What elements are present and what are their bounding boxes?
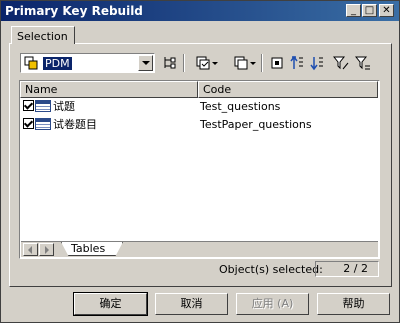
row-code: TestPaper_questions <box>200 118 312 131</box>
row-checkbox[interactable] <box>23 100 34 111</box>
cancel-button[interactable]: 取消 <box>155 293 228 315</box>
row-checkbox[interactable] <box>23 118 34 129</box>
deselect-all-icon[interactable] <box>233 55 249 71</box>
title-bar[interactable]: Primary Key Rebuild _ □ ✕ <box>1 1 399 21</box>
list-row[interactable]: 试题 Test_questions <box>20 98 378 115</box>
toolbar-separator <box>261 54 263 72</box>
scroll-right-button[interactable] <box>39 243 54 256</box>
column-header-name[interactable]: Name <box>20 81 198 98</box>
filter-edit-icon[interactable] <box>333 55 349 71</box>
sheet-tab-label: Tables <box>71 242 106 255</box>
apply-button[interactable]: 应用 (A) <box>236 293 309 315</box>
model-combo-value: PDM <box>43 57 72 70</box>
dropdown-arrow-icon[interactable] <box>211 55 219 71</box>
table-icon <box>35 118 51 130</box>
dropdown-arrow-icon[interactable] <box>249 55 257 71</box>
toolbar-separator <box>183 54 185 72</box>
move-down-icon[interactable] <box>309 55 325 71</box>
sheet-tabs-bar: Tables <box>21 241 378 257</box>
model-icon <box>24 56 38 70</box>
chevron-down-icon[interactable] <box>138 55 153 71</box>
scroll-left-button[interactable] <box>23 243 38 256</box>
list-row[interactable]: 试卷题目 TestPaper_questions <box>20 116 378 133</box>
table-icon <box>35 100 51 112</box>
object-list[interactable]: Name Code 试题 Test_questions 试卷题目 TestPap… <box>19 80 380 259</box>
filter-icon[interactable] <box>269 55 285 71</box>
tab-selection[interactable]: Selection <box>11 26 75 44</box>
ok-button[interactable]: 确定 <box>73 292 148 316</box>
help-button[interactable]: 帮助 <box>317 293 390 315</box>
close-button[interactable]: ✕ <box>379 4 394 17</box>
tab-selection-label: Selection <box>17 30 68 43</box>
sheet-tab-tables[interactable]: Tables <box>61 242 123 256</box>
filter-clear-icon[interactable] <box>355 55 371 71</box>
model-combo[interactable]: PDM <box>20 53 155 73</box>
window-title: Primary Key Rebuild <box>5 4 143 18</box>
row-name: 试卷题目 <box>53 118 97 131</box>
dialog-window: Primary Key Rebuild _ □ ✕ Selection PDM <box>0 0 400 323</box>
selected-count-label: Object(s) selected: <box>219 263 323 276</box>
column-header-code[interactable]: Code <box>198 81 378 98</box>
row-name: 试题 <box>53 100 75 113</box>
move-up-icon[interactable] <box>289 55 305 71</box>
tree-icon[interactable] <box>162 55 178 71</box>
minimize-button[interactable]: _ <box>346 4 361 17</box>
select-all-icon[interactable] <box>195 55 211 71</box>
selected-count-value: 2 / 2 <box>315 261 379 277</box>
row-code: Test_questions <box>200 100 281 113</box>
maximize-button[interactable]: □ <box>362 4 377 17</box>
